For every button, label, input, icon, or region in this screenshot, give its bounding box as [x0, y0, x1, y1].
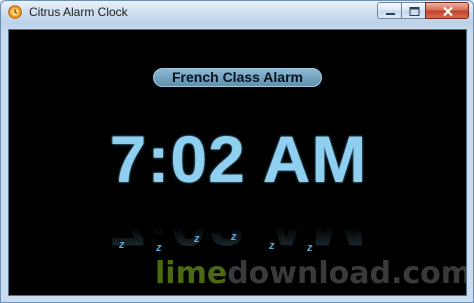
clock-time: 7:02 AM: [109, 122, 368, 196]
maximize-icon: [409, 7, 420, 16]
snooze-z: z: [194, 233, 200, 245]
minimize-icon: [386, 13, 395, 15]
window-title: Citrus Alarm Clock: [29, 5, 128, 19]
alarm-label[interactable]: French Class Alarm: [153, 68, 322, 87]
snooze-z: z: [307, 242, 313, 254]
snooze-z: z: [156, 242, 162, 254]
clock-time-reflection: 7:02 AM: [109, 186, 368, 260]
snooze-z: z: [119, 239, 125, 251]
watermark-part1: lime: [155, 256, 228, 291]
close-icon: [443, 6, 453, 17]
close-button[interactable]: [425, 2, 469, 19]
clock-icon[interactable]: [8, 5, 22, 19]
maximize-button[interactable]: [401, 2, 426, 19]
clock-display: French Class Alarm 7:02 AM 7:02 AM z z z…: [8, 29, 467, 296]
snooze-z: z: [269, 240, 275, 252]
snooze-z: z: [231, 231, 237, 243]
title-bar[interactable]: Citrus Alarm Clock: [1, 1, 473, 23]
minimize-button[interactable]: [377, 2, 402, 19]
app-window: Citrus Alarm Clock French Class Alarm 7:…: [0, 0, 474, 303]
watermark-part2: download.com: [227, 256, 467, 291]
watermark-logo: limedownload.com: [155, 256, 467, 291]
